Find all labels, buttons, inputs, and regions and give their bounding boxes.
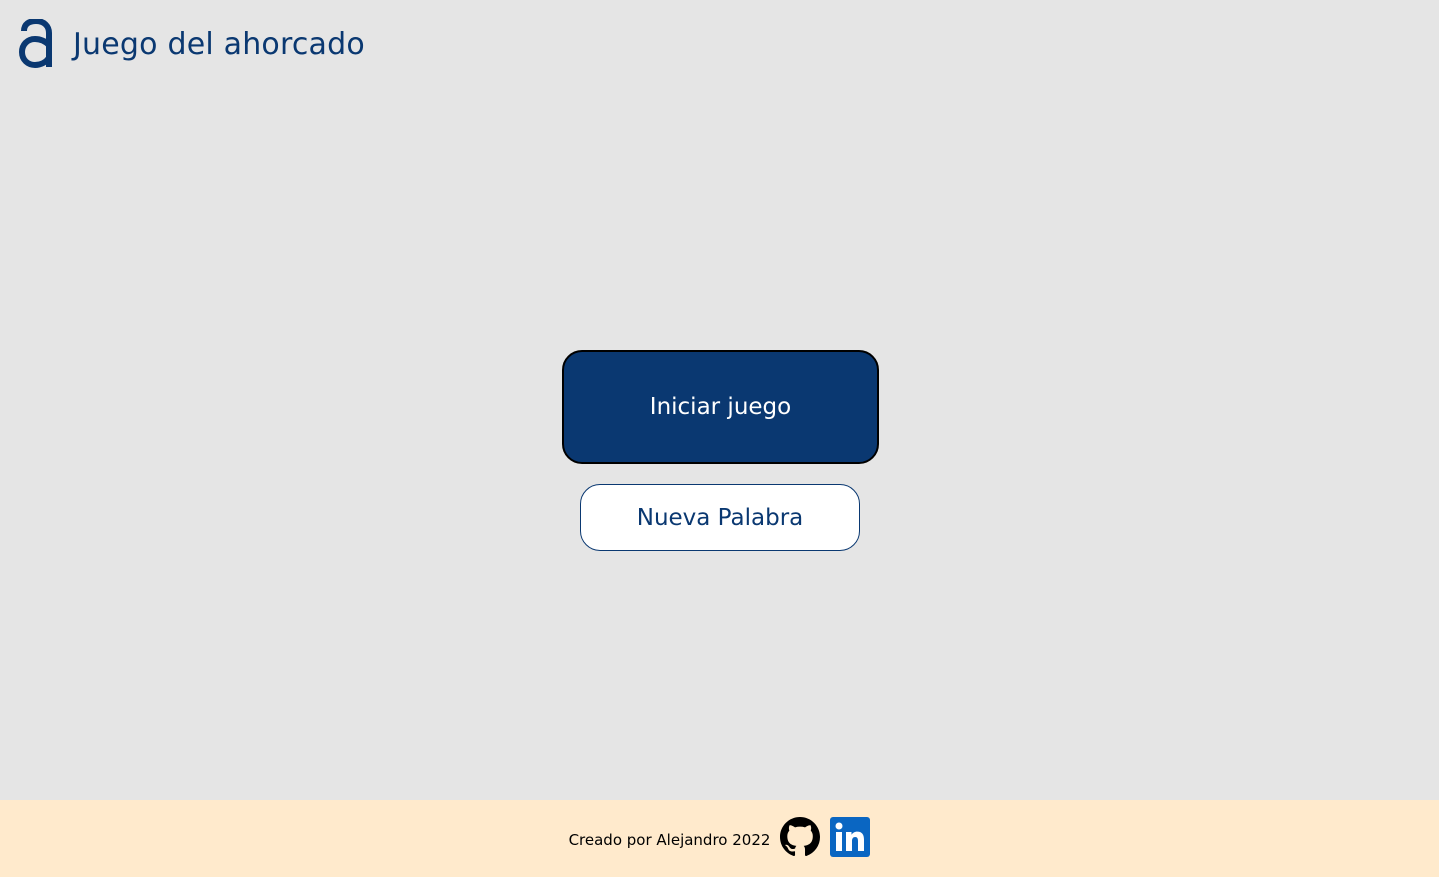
linkedin-icon [830, 816, 871, 861]
footer-credit: Creado por Alejandro 2022 [568, 830, 771, 849]
new-word-button[interactable]: Nueva Palabra [580, 484, 860, 551]
github-icon [780, 816, 830, 861]
page-title: Juego del ahorcado [73, 26, 365, 62]
start-game-button[interactable]: Iniciar juego [562, 350, 879, 464]
github-link[interactable] [780, 816, 830, 861]
app-header: Juego del ahorcado [19, 18, 365, 70]
footer: Creado por Alejandro 2022 [0, 800, 1439, 877]
page: Juego del ahorcado Iniciar juego Nueva P… [0, 0, 1439, 877]
alura-logo-icon [19, 19, 52, 69]
linkedin-link[interactable] [830, 816, 871, 861]
